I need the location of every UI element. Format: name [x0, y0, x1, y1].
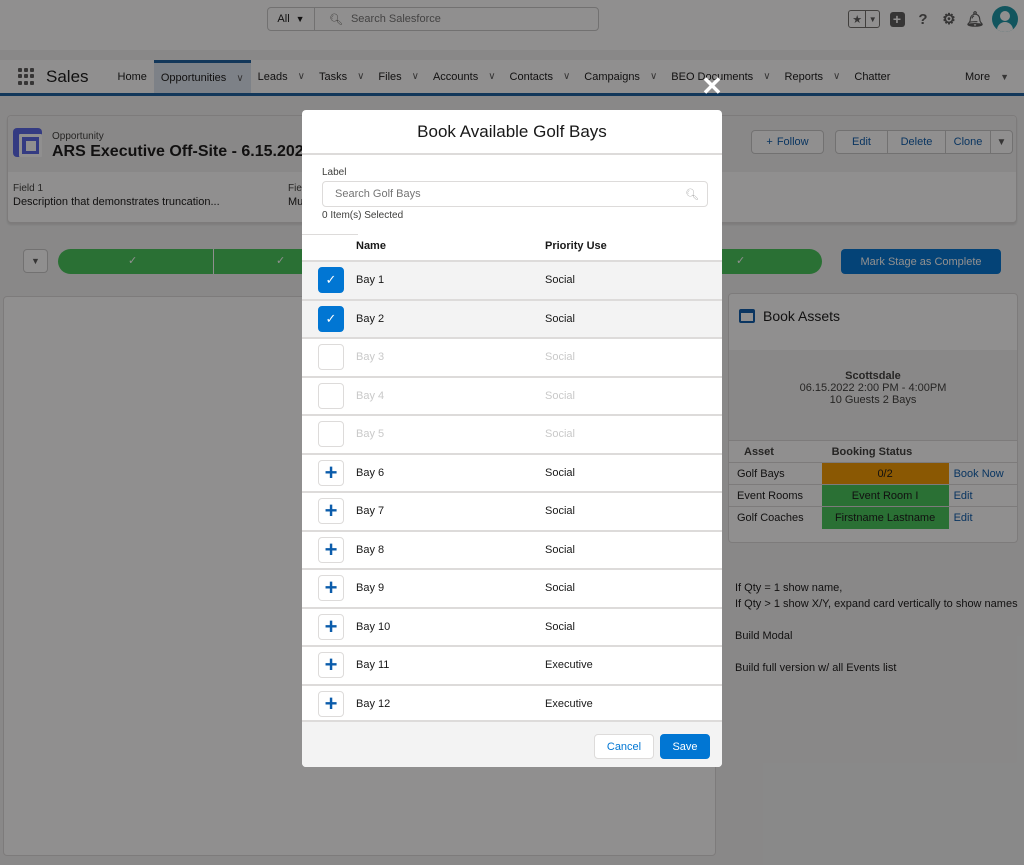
add-icon[interactable]: +	[318, 613, 344, 640]
add-icon[interactable]: +	[318, 690, 344, 717]
bay-name: Bay 1	[356, 274, 385, 287]
checkbox-disabled	[318, 421, 344, 448]
golf-bay-search: 🔍︎	[322, 181, 708, 207]
golf-bay-row[interactable]: + Bay 10 Social	[302, 606, 722, 645]
bay-name: Bay 9	[356, 582, 385, 595]
bay-priority-use: Social	[545, 466, 575, 479]
bay-priority-use: Social	[545, 620, 575, 633]
golf-bay-row[interactable]: + Bay 9 Social	[302, 568, 722, 607]
golf-bay-row: Bay 4 Social	[302, 375, 722, 414]
bay-name: Bay 12	[356, 697, 391, 710]
bay-name: Bay 3	[356, 351, 385, 364]
name-column-header[interactable]: Name	[356, 240, 386, 252]
selected-count: 0 Item(s) Selected	[322, 210, 404, 221]
bay-priority-use: Social	[545, 274, 575, 287]
bay-name: Bay 11	[356, 659, 390, 672]
bay-priority-use: Social	[545, 312, 575, 325]
bay-priority-use: Social	[545, 505, 575, 518]
book-golf-bays-modal: Book Available Golf Bays Label 🔍︎ 0 Item…	[302, 110, 722, 767]
golf-bay-row[interactable]: + Bay 11 Executive	[302, 645, 722, 684]
golf-bay-row: Bay 5 Social	[302, 414, 722, 453]
bay-priority-use: Social	[545, 543, 575, 556]
golf-bay-row[interactable]: + Bay 7 Social	[302, 491, 722, 530]
search-label: Label	[322, 167, 347, 178]
cancel-button[interactable]: Cancel	[594, 734, 654, 759]
priority-use-column-header[interactable]: Priority Use	[545, 240, 607, 252]
bay-name: Bay 7	[356, 505, 385, 518]
add-icon[interactable]: +	[318, 536, 344, 563]
golf-bay-list: ✓ Bay 1 Social ✓ Bay 2 Social Bay 3 Social Bay 4…	[302, 260, 722, 724]
add-icon[interactable]: +	[318, 575, 344, 602]
bay-name: Bay 4	[356, 389, 385, 402]
bay-name: Bay 10	[356, 620, 391, 633]
modal-close-icon[interactable]: ✕	[700, 73, 724, 99]
bay-priority-use: Social	[545, 582, 575, 595]
bay-name: Bay 2	[356, 312, 385, 325]
golf-bay-search-input[interactable]	[335, 188, 686, 200]
checkbox-disabled	[318, 344, 344, 371]
bay-name: Bay 8	[356, 543, 385, 556]
golf-bay-row[interactable]: ✓ Bay 1 Social	[302, 260, 722, 299]
save-button[interactable]: Save	[660, 734, 710, 759]
add-icon[interactable]: +	[318, 459, 344, 486]
golf-bay-row[interactable]: + Bay 6 Social	[302, 452, 722, 491]
modal-footer: Cancel Save	[302, 720, 722, 767]
bay-priority-use: Executive	[545, 697, 593, 710]
bay-name: Bay 5	[356, 428, 385, 441]
golf-bay-row[interactable]: ✓ Bay 2 Social	[302, 298, 722, 337]
add-icon[interactable]: +	[318, 652, 344, 679]
bay-name: Bay 6	[356, 466, 385, 479]
search-icon: 🔍︎	[685, 188, 699, 201]
bay-priority-use: Social	[545, 428, 575, 441]
golf-bay-row[interactable]: + Bay 8 Social	[302, 529, 722, 568]
golf-bay-row[interactable]: + Bay 12 Executive	[302, 683, 722, 722]
golf-bay-row: Bay 3 Social	[302, 337, 722, 376]
column-divider	[302, 234, 358, 235]
bay-priority-use: Social	[545, 389, 575, 402]
modal-title: Book Available Golf Bays	[302, 110, 722, 155]
checkbox-disabled	[318, 382, 344, 409]
checkbox-checked-icon[interactable]: ✓	[318, 305, 344, 332]
add-icon[interactable]: +	[318, 498, 344, 525]
bay-priority-use: Social	[545, 351, 575, 364]
checkbox-checked-icon[interactable]: ✓	[318, 267, 344, 294]
bay-priority-use: Executive	[545, 659, 593, 672]
